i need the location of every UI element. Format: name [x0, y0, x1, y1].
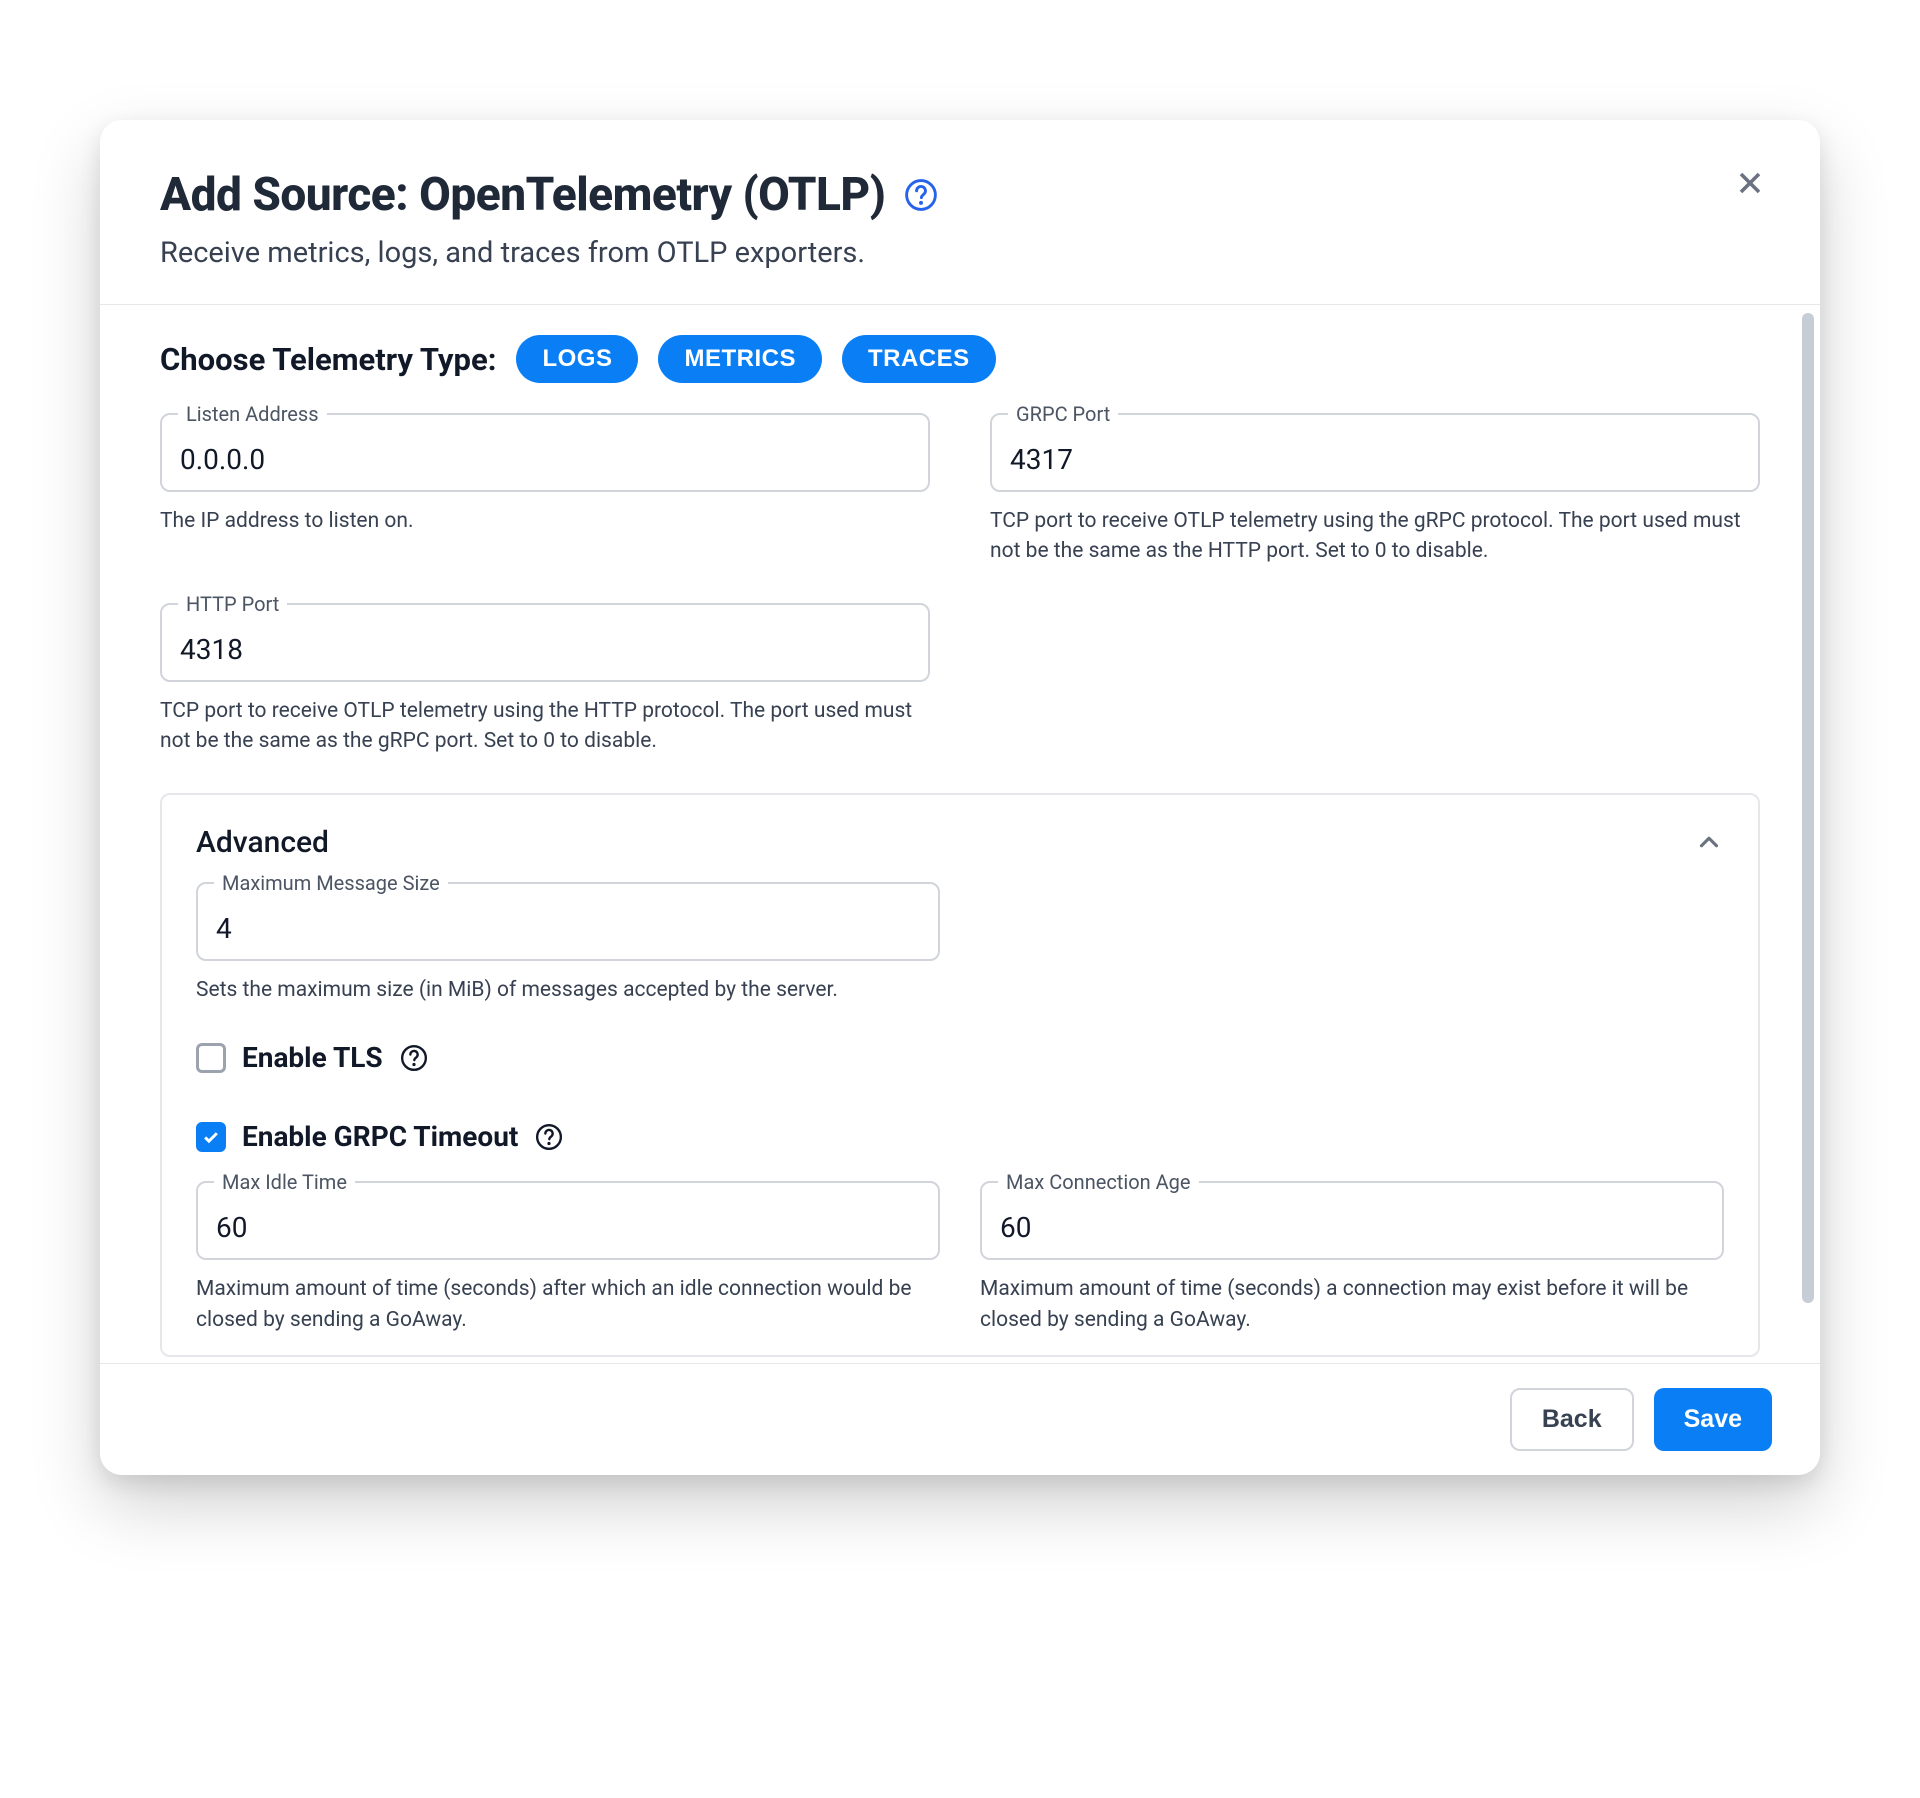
- help-max-idle-time: Maximum amount of time (seconds) after w…: [196, 1274, 940, 1335]
- help-icon[interactable]: [534, 1122, 564, 1152]
- label-grpc-port: GRPC Port: [1008, 402, 1118, 426]
- advanced-section: Advanced Maximum Message Size Sets the m…: [160, 793, 1760, 1357]
- field-http-port: HTTP Port TCP port to receive OTLP telem…: [160, 603, 930, 757]
- telemetry-chip-logs[interactable]: LOGS: [516, 335, 638, 383]
- modal-subtitle: Receive metrics, logs, and traces from O…: [160, 236, 1760, 270]
- add-source-modal: Add Source: OpenTelemetry (OTLP) Receive…: [100, 120, 1820, 1475]
- back-button[interactable]: Back: [1510, 1388, 1634, 1451]
- field-max-message-size: Maximum Message Size Sets the maximum si…: [196, 882, 940, 1005]
- enable-grpc-timeout-row: Enable GRPC Timeout: [196, 1120, 1724, 1153]
- field-grpc-port: GRPC Port TCP port to receive OTLP telem…: [990, 413, 1760, 567]
- input-max-message-size[interactable]: [216, 912, 920, 945]
- help-http-port: TCP port to receive OTLP telemetry using…: [160, 696, 930, 757]
- enable-grpc-timeout-label: Enable GRPC Timeout: [242, 1120, 518, 1153]
- help-max-message-size: Sets the maximum size (in MiB) of messag…: [196, 975, 940, 1005]
- telemetry-type-row: Choose Telemetry Type: LOGS METRICS TRAC…: [160, 335, 1760, 383]
- label-max-message-size: Maximum Message Size: [214, 871, 448, 895]
- help-listen-address: The IP address to listen on.: [160, 506, 930, 536]
- telemetry-chip-traces[interactable]: TRACES: [842, 335, 996, 383]
- field-max-connection-age: Max Connection Age Maximum amount of tim…: [980, 1181, 1724, 1335]
- close-button[interactable]: [1728, 162, 1772, 206]
- label-listen-address: Listen Address: [178, 402, 327, 426]
- input-max-connection-age[interactable]: [1000, 1211, 1704, 1244]
- telemetry-type-label: Choose Telemetry Type:: [160, 341, 496, 378]
- telemetry-chip-metrics[interactable]: METRICS: [658, 335, 822, 383]
- advanced-toggle[interactable]: Advanced: [196, 825, 1724, 860]
- help-icon[interactable]: [399, 1043, 429, 1073]
- close-icon: [1732, 165, 1768, 204]
- enable-tls-label: Enable TLS: [242, 1041, 383, 1074]
- enable-tls-checkbox[interactable]: [196, 1043, 226, 1073]
- input-http-port[interactable]: [180, 633, 910, 666]
- content-wrapper: Choose Telemetry Type: LOGS METRICS TRAC…: [100, 305, 1820, 1363]
- chevron-up-icon: [1694, 827, 1724, 857]
- label-max-idle-time: Max Idle Time: [214, 1170, 355, 1194]
- help-grpc-port: TCP port to receive OTLP telemetry using…: [990, 506, 1760, 567]
- input-max-idle-time[interactable]: [216, 1211, 920, 1244]
- input-listen-address[interactable]: [180, 443, 910, 476]
- enable-grpc-timeout-checkbox[interactable]: [196, 1122, 226, 1152]
- enable-tls-row: Enable TLS: [196, 1041, 1724, 1074]
- modal-title: Add Source: OpenTelemetry (OTLP): [160, 168, 885, 222]
- save-button[interactable]: Save: [1654, 1388, 1772, 1451]
- modal-header: Add Source: OpenTelemetry (OTLP) Receive…: [100, 120, 1820, 305]
- advanced-title: Advanced: [196, 825, 329, 860]
- field-listen-address: Listen Address The IP address to listen …: [160, 413, 930, 536]
- help-icon[interactable]: [903, 177, 939, 213]
- label-http-port: HTTP Port: [178, 592, 287, 616]
- label-max-connection-age: Max Connection Age: [998, 1170, 1199, 1194]
- scrollbar-thumb[interactable]: [1802, 313, 1814, 1303]
- input-grpc-port[interactable]: [1010, 443, 1740, 476]
- modal-footer: Back Save: [100, 1363, 1820, 1475]
- field-max-idle-time: Max Idle Time Maximum amount of time (se…: [196, 1181, 940, 1335]
- modal-content: Choose Telemetry Type: LOGS METRICS TRAC…: [100, 305, 1820, 1363]
- help-max-connection-age: Maximum amount of time (seconds) a conne…: [980, 1274, 1724, 1335]
